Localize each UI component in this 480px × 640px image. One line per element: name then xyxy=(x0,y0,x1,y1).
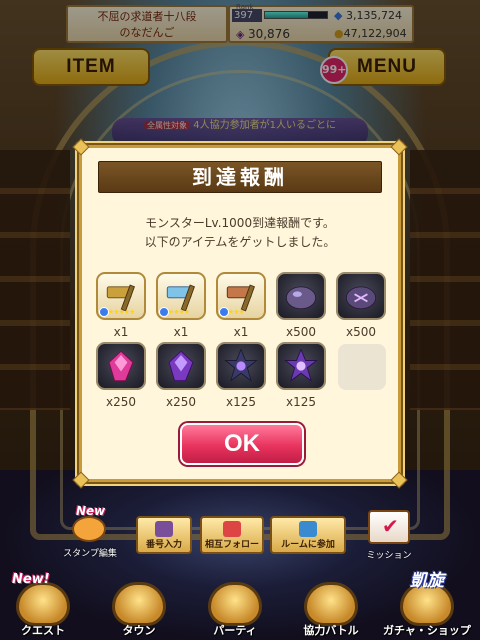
number-input-button[interactable]: 番号入力 xyxy=(136,516,192,554)
reward-item: x125 xyxy=(272,342,330,414)
mission-label: ミッション xyxy=(366,551,412,561)
reward-quantity: x1 xyxy=(113,325,129,339)
rarity-stars: ★★★★★ xyxy=(108,308,135,316)
reward-quantity: x125 xyxy=(285,395,316,409)
mutual-follow-label: 相互フォロー xyxy=(204,540,259,550)
reward-quantity: x250 xyxy=(105,395,136,409)
rarity-stars: ★★★ xyxy=(228,308,245,316)
rarity-stars: ★★★★ xyxy=(168,308,190,316)
blue-hammer-icon: ★★★★ xyxy=(156,272,206,320)
people-icon xyxy=(299,521,317,537)
nav-label: ガチャ・ショップ xyxy=(383,624,471,637)
stamp-edit-label: スタンプ編集 xyxy=(63,549,117,559)
reward-quantity: x125 xyxy=(225,395,256,409)
coop-battle-icon xyxy=(304,582,358,626)
dark-star-crystal-icon xyxy=(216,342,266,390)
nav-label: 協力バトル xyxy=(303,624,359,637)
ok-button[interactable]: OK xyxy=(180,423,304,465)
join-room-label: ルームに参加 xyxy=(281,540,335,550)
join-room-button[interactable]: ルームに参加 xyxy=(270,516,346,554)
gacha-banner-text: 凱旋 xyxy=(410,571,444,591)
nav-party[interactable]: パーティ xyxy=(190,582,280,640)
reward-quantity: x500 xyxy=(345,325,376,339)
stamp-edit[interactable]: New スタンプ編集 xyxy=(62,504,118,560)
gold-hammer-icon: ★★★★★ xyxy=(96,272,146,320)
town-icon xyxy=(112,582,166,626)
mutual-follow-button[interactable]: 相互フォロー xyxy=(200,516,264,554)
reward-item: x125 xyxy=(212,342,270,414)
reward-item: ★★★★★ x1 xyxy=(92,272,150,344)
nav-label: タウン xyxy=(122,624,156,637)
empty-reward-slot xyxy=(332,342,390,414)
purple-star-crystal-icon xyxy=(276,342,326,390)
nav-town[interactable]: タウン xyxy=(94,582,184,640)
quest-icon xyxy=(16,582,70,626)
mission-check-icon: ✔ xyxy=(368,510,410,544)
dialog-title: 到達報酬 xyxy=(98,161,382,193)
mission-button[interactable]: ✔ ミッション xyxy=(364,510,414,562)
reward-item: x500 xyxy=(272,272,330,344)
nav-quest[interactable]: クエスト xyxy=(0,582,88,640)
reward-quantity: x500 xyxy=(285,325,316,339)
message-line-1: モンスターLv.1000到達報酬です。 xyxy=(145,216,335,230)
pink-crystal-icon xyxy=(96,342,146,390)
number-input-label: 番号入力 xyxy=(145,540,182,550)
reward-quantity: x1 xyxy=(233,325,249,339)
reward-item: x250 xyxy=(152,342,210,414)
stamp-icon xyxy=(72,516,106,542)
reward-item: x500 xyxy=(332,272,390,344)
purple-slime-sparkle-icon xyxy=(336,272,386,320)
nav-new-badge: New! xyxy=(12,572,50,587)
nav-coop-battle[interactable]: 協力バトル xyxy=(286,582,376,640)
reward-item: ★★★★ x1 xyxy=(152,272,210,344)
nav-label: クエスト xyxy=(21,624,65,637)
purple-crystal-icon xyxy=(156,342,206,390)
bronze-hammer-icon: ★★★ xyxy=(216,272,266,320)
keypad-icon xyxy=(155,521,173,537)
reward-item: x250 xyxy=(92,342,150,414)
purple-slime-icon xyxy=(276,272,326,320)
follow-icon xyxy=(223,521,241,537)
message-line-2: 以下のアイテムをゲットしました。 xyxy=(144,235,336,249)
reward-quantity: x250 xyxy=(165,395,196,409)
party-icon xyxy=(208,582,262,626)
reward-dialog: 到達報酬 モンスターLv.1000到達報酬です。 以下のアイテムをゲットしました… xyxy=(72,138,408,489)
reward-quantity: x1 xyxy=(173,325,189,339)
reward-item: ★★★ x1 xyxy=(212,272,270,344)
empty-slot-tile xyxy=(338,344,386,390)
dialog-message: モンスターLv.1000到達報酬です。 以下のアイテムをゲットしました。 xyxy=(82,214,398,252)
nav-label: パーティ xyxy=(213,624,257,637)
